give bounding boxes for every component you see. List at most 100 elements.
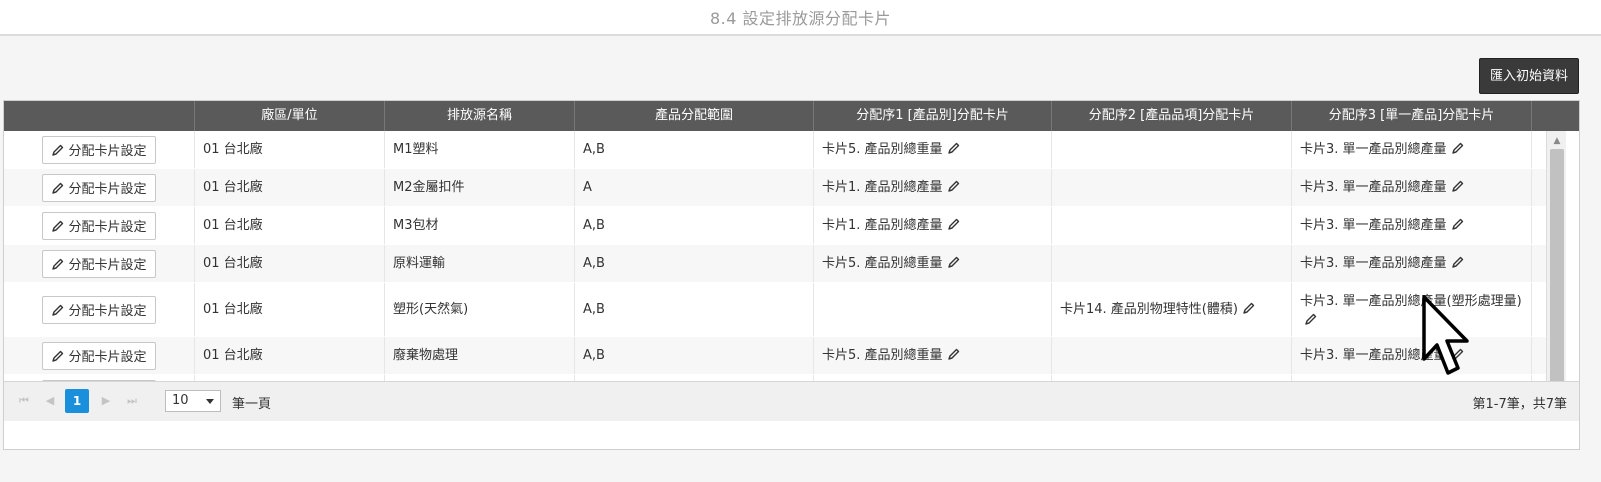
col-header-source[interactable]: 排放源名稱 — [385, 101, 575, 131]
cell-card1: 卡片5. 產品別總重量 — [814, 131, 1052, 168]
last-page-icon[interactable]: ⏭ — [125, 394, 139, 408]
cell-card1-content: 卡片1. 產品別總產量 — [822, 178, 961, 198]
grid-body: 分配卡片設定 01 台北廠 M1塑料 A,B 卡片5. 產品別總重量 卡片3. 單一產品別… — [4, 131, 1547, 413]
cell-card2 — [1052, 131, 1292, 168]
pencil-icon[interactable] — [1451, 179, 1465, 193]
pencil-icon[interactable] — [947, 255, 961, 269]
cell-card1-content: 卡片1. 產品別總產量 — [822, 216, 961, 236]
cell-range-text: A — [583, 179, 592, 195]
vertical-scrollbar[interactable]: ▲ ▼ — [1546, 131, 1566, 411]
table-row: 分配卡片設定 01 台北廠 M1塑料 A,B 卡片5. 產品別總重量 卡片3. 單一產品別… — [4, 131, 1547, 169]
allocation-card-setting-button[interactable]: 分配卡片設定 — [42, 341, 156, 370]
prev-page-icon[interactable]: ◀ — [43, 394, 57, 408]
setting-button-label: 分配卡片設定 — [68, 350, 147, 365]
cell-card1-text: 卡片5. 產品別總重量 — [822, 141, 943, 157]
page-info: 第1-7筆，共7筆 — [1472, 397, 1567, 412]
pencil-icon[interactable] — [947, 179, 961, 193]
cell-source: 塑形(天然氣) — [385, 283, 575, 336]
col-header-range[interactable]: 產品分配範圍 — [575, 101, 814, 131]
cell-range-content: A,B — [583, 346, 605, 366]
col-header-card2[interactable]: 分配序2 [產品品項]分配卡片 — [1052, 101, 1292, 131]
cell-unit-content: 01 台北廠 — [203, 178, 263, 198]
cell-unit-text: 01 台北廠 — [203, 347, 263, 363]
cell-card1-text: 卡片1. 產品別總產量 — [822, 179, 943, 195]
cell-card3-content: 卡片3. 單一產品別總產量 — [1300, 178, 1465, 198]
cell-card2-text: 卡片14. 產品別物理特性(體積) — [1060, 301, 1238, 317]
page-1-button[interactable]: 1 — [65, 389, 89, 413]
pencil-icon[interactable] — [947, 141, 961, 155]
cell-source-text: M3包材 — [393, 217, 439, 233]
pencil-icon[interactable] — [1304, 312, 1318, 326]
cell-unit-content: 01 台北廠 — [203, 254, 263, 274]
cell-range-text: A,B — [583, 141, 605, 157]
pencil-icon[interactable] — [947, 347, 961, 361]
pencil-icon — [51, 143, 65, 157]
cell-card3-text: 卡片3. 單一產品別總產量 — [1300, 179, 1447, 195]
col-header-card3[interactable]: 分配序3 [單一產品]分配卡片 — [1292, 101, 1532, 131]
allocation-card-setting-button[interactable]: 分配卡片設定 — [42, 295, 156, 324]
cell-range-text: A,B — [583, 217, 605, 233]
cell-source-text: 原料運輸 — [393, 255, 446, 271]
pencil-icon[interactable] — [947, 217, 961, 231]
next-page-icon[interactable]: ▶ — [99, 394, 113, 408]
cell-card3-content: 卡片3. 單一產品別總產量 — [1300, 254, 1465, 274]
cell-action: 分配卡片設定 — [4, 337, 195, 374]
allocation-card-setting-button[interactable]: 分配卡片設定 — [42, 249, 156, 278]
cell-unit: 01 台北廠 — [195, 337, 385, 374]
cell-card3-content: 卡片3. 單一產品別總產量(塑形處理量) — [1300, 292, 1523, 328]
pencil-icon — [51, 349, 65, 363]
cell-unit-text: 01 台北廠 — [203, 255, 263, 271]
allocation-card-setting-button[interactable]: 分配卡片設定 — [42, 211, 156, 240]
cell-source-content: 原料運輸 — [393, 254, 445, 274]
cell-source: M3包材 — [385, 207, 575, 244]
page-size-select[interactable]: 10 — [165, 390, 221, 412]
allocation-card-setting-button[interactable]: 分配卡片設定 — [42, 173, 156, 202]
col-header-spacer — [1532, 101, 1579, 131]
setting-button-label: 分配卡片設定 — [68, 144, 147, 159]
cell-source-text: 塑形(天然氣) — [393, 301, 469, 317]
pencil-icon[interactable] — [1451, 141, 1465, 155]
pencil-icon[interactable] — [1242, 301, 1256, 315]
cell-unit-text: 01 台北廠 — [203, 179, 263, 195]
allocation-card-setting-button[interactable]: 分配卡片設定 — [42, 135, 156, 164]
grid-header: 廠區/單位 排放源名稱 產品分配範圍 分配序1 [產品別]分配卡片 分配序2 [… — [4, 101, 1579, 131]
cell-card3-text: 卡片3. 單一產品別總產量 — [1300, 255, 1447, 271]
pager: ⏮ ◀ 1 ▶ ⏭ 10 筆一頁 第1-7筆，共7筆 — [4, 381, 1579, 421]
cell-range: A,B — [575, 131, 814, 168]
cell-source: M2金屬扣件 — [385, 169, 575, 206]
scroll-up-icon[interactable]: ▲ — [1547, 133, 1567, 149]
page-title: 8.4 設定排放源分配卡片 — [709, 9, 892, 28]
cell-source: 廢棄物處理 — [385, 337, 575, 374]
cell-source-content: 塑形(天然氣) — [393, 300, 468, 320]
pencil-icon — [51, 181, 65, 195]
allocation-grid: 廠區/單位 排放源名稱 產品分配範圍 分配序1 [產品別]分配卡片 分配序2 [… — [3, 100, 1580, 450]
col-header-unit[interactable]: 廠區/單位 — [195, 101, 385, 131]
cell-range: A,B — [575, 245, 814, 282]
cell-card1-content: 卡片5. 產品別總重量 — [822, 346, 961, 366]
cell-card3: 卡片3. 單一產品別總產量 — [1292, 337, 1532, 374]
pencil-icon[interactable] — [1451, 255, 1465, 269]
cell-card1-content: 卡片5. 產品別總重量 — [822, 254, 961, 274]
table-row: 分配卡片設定 01 台北廠 原料運輸 A,B 卡片5. 產品別總重量 卡片3. 單一產品別… — [4, 245, 1547, 283]
cell-unit-text: 01 台北廠 — [203, 301, 263, 317]
cell-card3: 卡片3. 單一產品別總產量 — [1292, 131, 1532, 168]
pencil-icon — [51, 303, 65, 317]
table-row: 分配卡片設定 01 台北廠 M2金屬扣件 A 卡片1. 產品別總產量 卡片3. 單一產品別… — [4, 169, 1547, 207]
cell-unit-content: 01 台北廠 — [203, 300, 263, 320]
cell-source-content: M3包材 — [393, 216, 439, 236]
col-header-card1[interactable]: 分配序1 [產品別]分配卡片 — [814, 101, 1052, 131]
cell-range: A — [575, 169, 814, 206]
pencil-icon — [51, 219, 65, 233]
first-page-icon[interactable]: ⏮ — [17, 394, 31, 408]
cell-range-text: A,B — [583, 301, 605, 317]
cell-unit-text: 01 台北廠 — [203, 141, 263, 157]
import-initial-data-button[interactable]: 匯入初始資料 — [1478, 58, 1579, 94]
pencil-icon[interactable] — [1451, 217, 1465, 231]
cell-card1: 卡片5. 產品別總重量 — [814, 337, 1052, 374]
cell-action: 分配卡片設定 — [4, 207, 195, 244]
cell-source-text: M1塑料 — [393, 141, 439, 157]
cell-card3-text: 卡片3. 單一產品別總產量(塑形處理量) — [1300, 293, 1522, 309]
cell-card2 — [1052, 245, 1292, 282]
scroll-thumb[interactable] — [1550, 149, 1564, 391]
col-header-action[interactable] — [4, 101, 195, 131]
